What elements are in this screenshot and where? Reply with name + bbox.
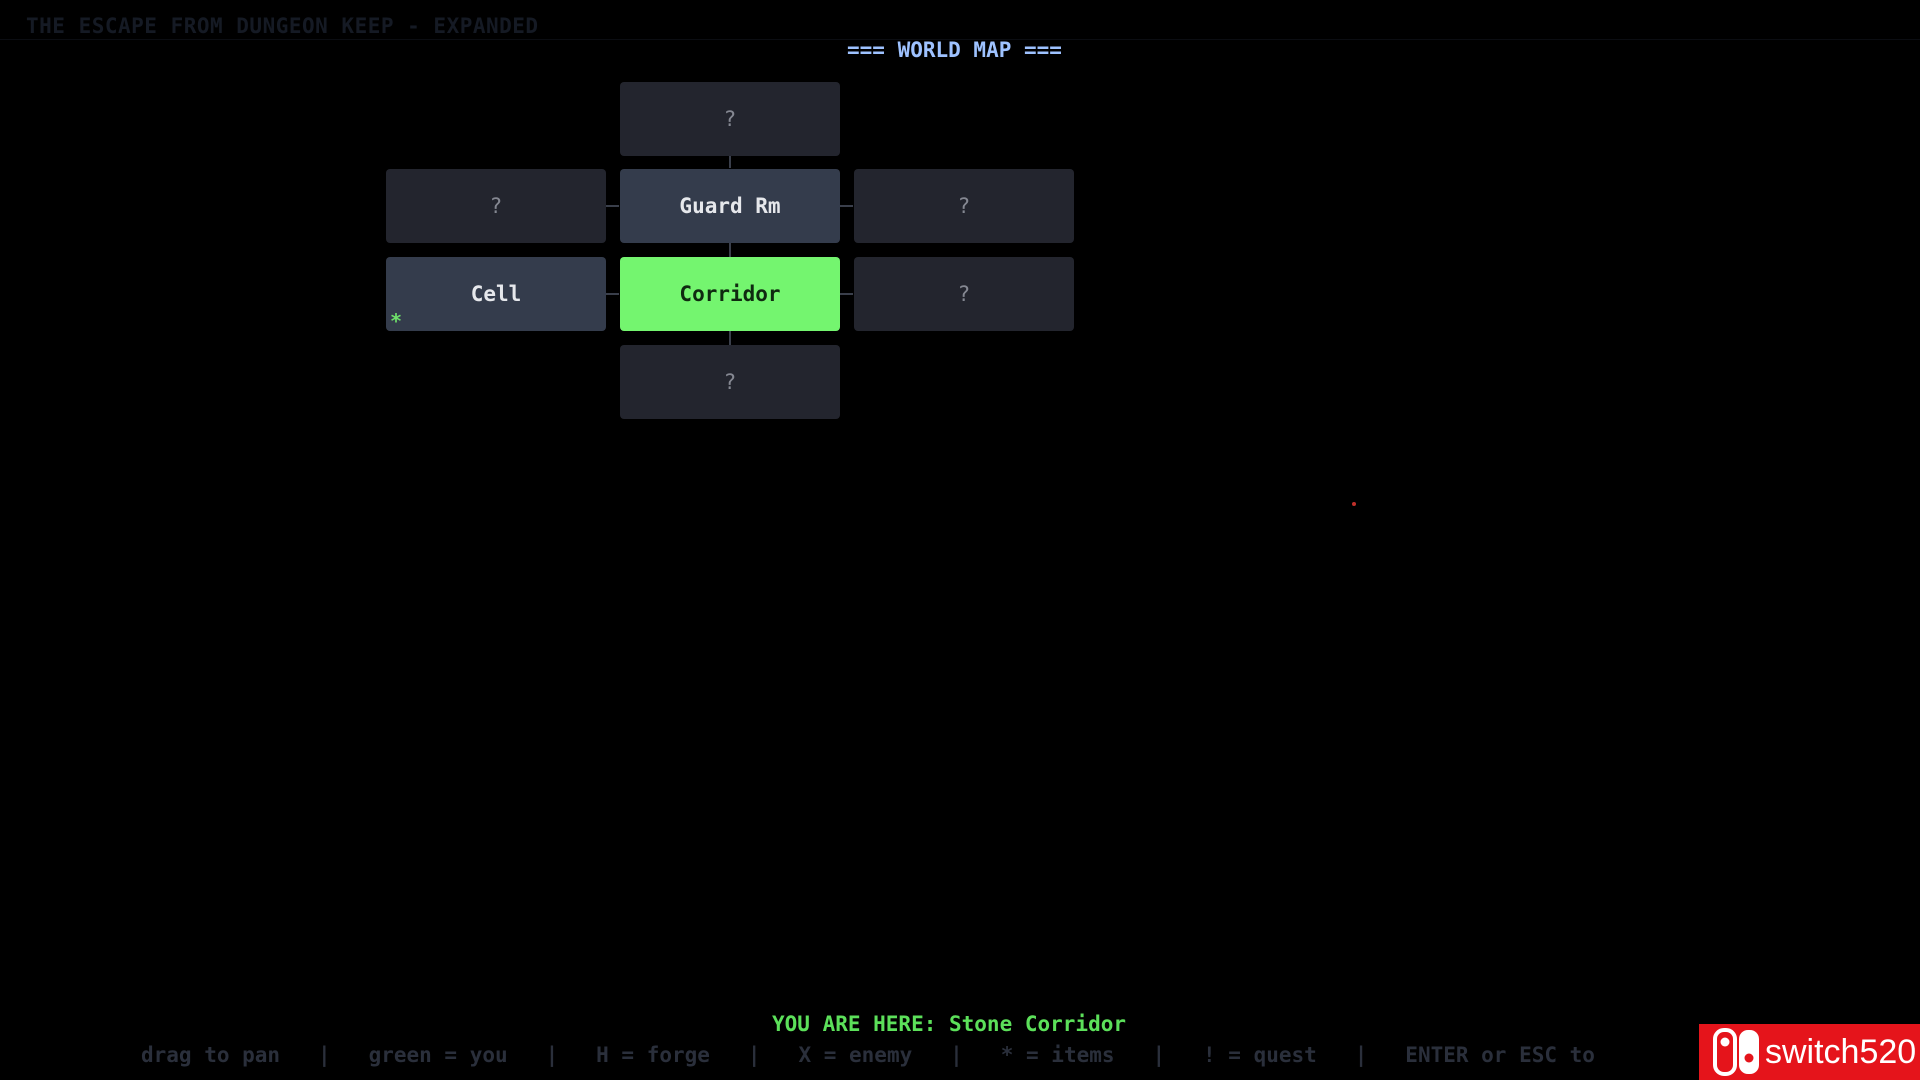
map-legend: drag to pan | green = you | H = forge | … (141, 1043, 1595, 1067)
room-label: ? (957, 194, 971, 218)
room-label: ? (957, 282, 971, 306)
connector-corridor-east (840, 293, 853, 295)
connector-corridor-south (729, 331, 731, 345)
connector-cell-corridor (606, 293, 619, 295)
room-label: Corridor (679, 282, 781, 306)
room-guard-room[interactable]: Guard Rm (620, 169, 840, 243)
room-cell[interactable]: Cell * (386, 257, 606, 333)
items-marker: * (390, 309, 403, 333)
current-location-text: YOU ARE HERE: Stone Corridor (772, 1012, 1127, 1036)
room-corridor-current[interactable]: Corridor (620, 257, 840, 331)
room-label: ? (723, 107, 737, 131)
room-south-unexplored[interactable]: ? (620, 345, 840, 419)
connector-guard-east (840, 205, 853, 207)
watermark-badge: switch520 (1699, 1024, 1920, 1080)
world-map[interactable]: ? ? Guard Rm ? Cell * Corridor ? ? (0, 0, 1920, 1080)
connector-guard-corridor (729, 243, 731, 257)
switch-logo-icon (1713, 1028, 1759, 1076)
room-north-unexplored[interactable]: ? (620, 82, 840, 156)
watermark-text: switch520 (1765, 1032, 1917, 1071)
cursor-dot (1352, 502, 1356, 506)
room-east-unexplored[interactable]: ? (854, 169, 1074, 243)
room-label: Guard Rm (679, 194, 781, 218)
room-label: ? (489, 194, 503, 218)
connector-north-guard (729, 156, 731, 168)
room-label: Cell (470, 282, 522, 306)
room-west-unexplored[interactable]: ? (386, 169, 606, 243)
room-label: ? (723, 370, 737, 394)
room-east-corridor-unexplored[interactable]: ? (854, 257, 1074, 331)
connector-west-guard (606, 205, 619, 207)
